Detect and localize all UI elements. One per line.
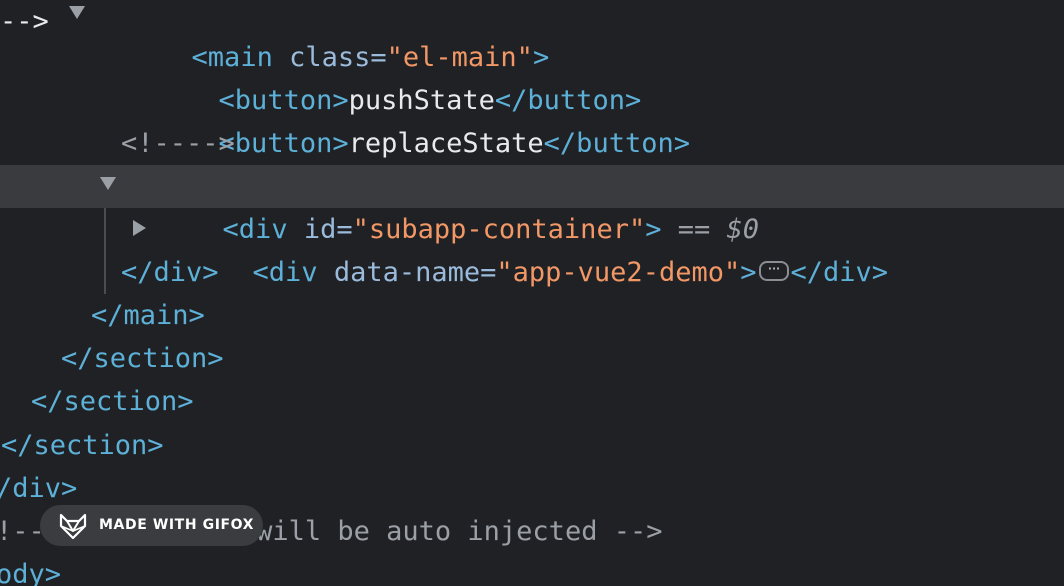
tree-row-section-close[interactable]: </section> bbox=[0, 380, 1064, 423]
tree-row-app-demo[interactable]: <div data-name="app-vue2-demo"> ··· </div> bbox=[0, 208, 1064, 288]
collapsed-triangle-icon[interactable] bbox=[133, 220, 146, 236]
tree-row-subapp-container[interactable]: <div id="subapp-container"> == $0 bbox=[0, 165, 1064, 245]
nesting-guide-line bbox=[104, 208, 106, 294]
tree-row-body-close[interactable]: ody> bbox=[0, 553, 1064, 586]
tree-row-button-replace[interactable]: <button>replaceState</button> bbox=[0, 79, 1064, 159]
gifox-watermark: MADE WITH GIFOX bbox=[40, 505, 263, 546]
tree-row-comment[interactable]: <!----> bbox=[0, 122, 1064, 165]
expand-triangle-icon[interactable] bbox=[69, 6, 85, 19]
tree-row-section-close[interactable]: </section> bbox=[0, 337, 1064, 380]
tree-row-button-push[interactable]: <button>pushState</button> bbox=[0, 36, 1064, 116]
elements-tree: <main class="el-main"> <button>pushState… bbox=[0, 0, 1064, 586]
tag-close: </div> bbox=[121, 257, 219, 288]
tag-close: </section> bbox=[61, 343, 224, 374]
comment-node: <!----> bbox=[121, 128, 235, 159]
tree-row-div-close[interactable]: </div> bbox=[0, 251, 1064, 294]
tag-close: </section> bbox=[1, 430, 164, 461]
tag-close: ody> bbox=[0, 559, 62, 586]
fox-logo-icon bbox=[59, 513, 87, 539]
tag-close: </section> bbox=[31, 386, 194, 417]
expand-triangle-icon[interactable] bbox=[100, 177, 116, 190]
tree-row-main[interactable]: <main class="el-main"> bbox=[0, 0, 1064, 73]
tree-row-main-close[interactable]: </main> bbox=[0, 294, 1064, 337]
watermark-label: MADE WITH GIFOX bbox=[99, 517, 255, 533]
tag-close: </main> bbox=[91, 300, 205, 331]
tree-row-section-close[interactable]: </section> bbox=[0, 424, 1064, 467]
tag-close: /div> bbox=[0, 473, 78, 504]
